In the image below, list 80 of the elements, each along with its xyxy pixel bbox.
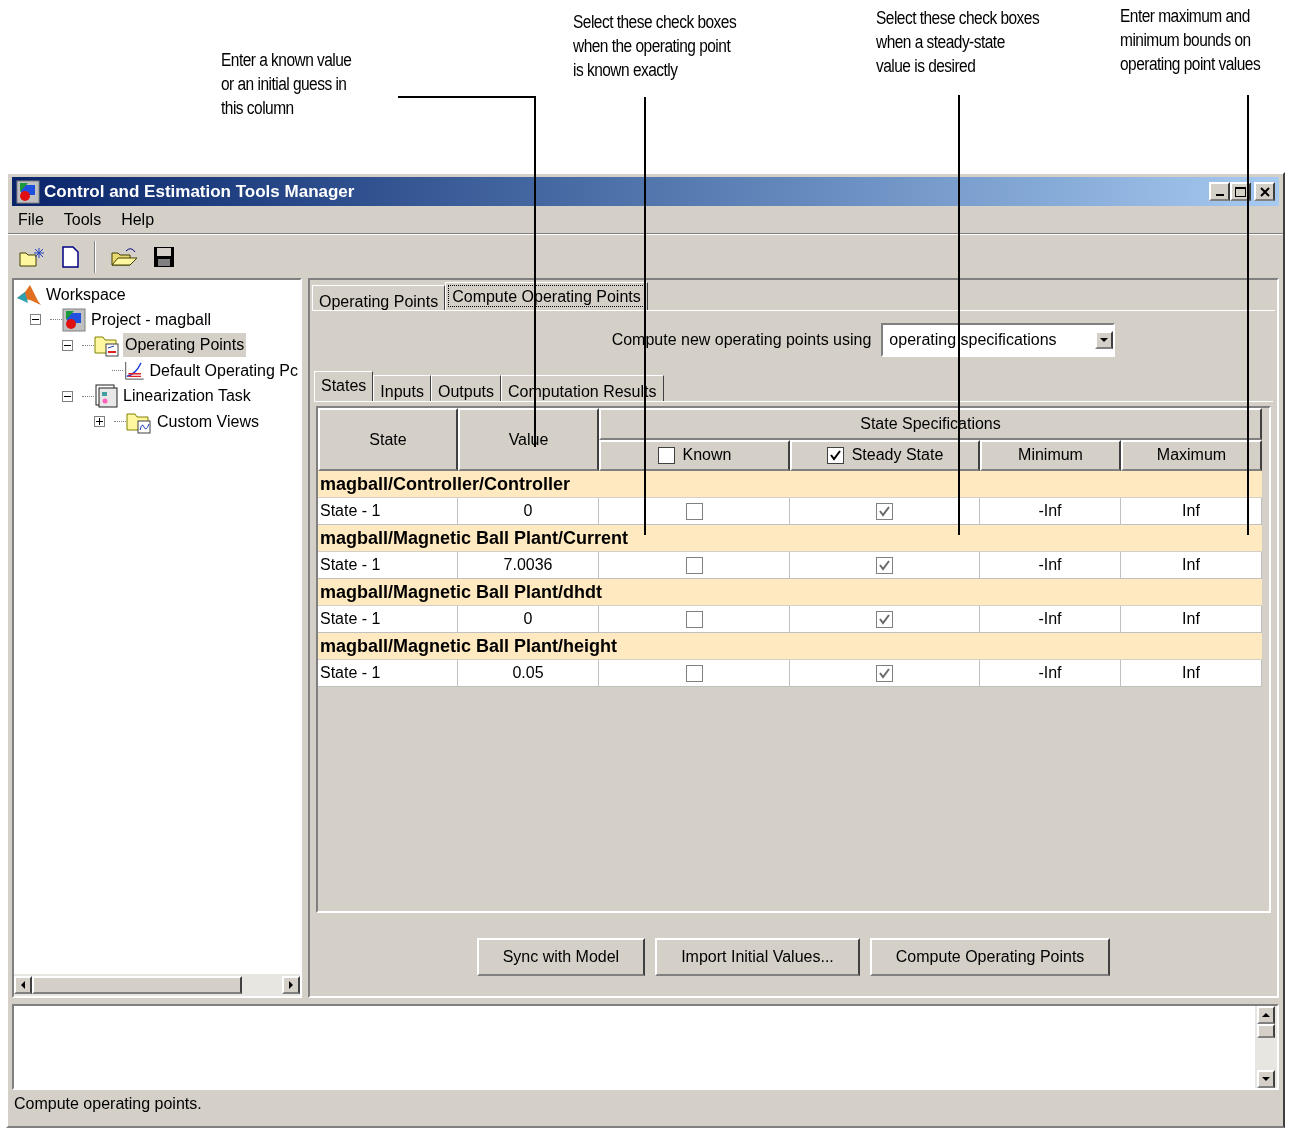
expand-toggle[interactable] [94,416,105,428]
tab[interactable]: States [314,371,374,401]
tab[interactable]: Inputs [373,375,431,401]
minimize-button[interactable] [1209,182,1230,201]
value-cell[interactable]: 0.05 [458,660,599,687]
task-icon [94,384,118,409]
checkbox[interactable] [685,502,703,520]
tab[interactable]: Outputs [430,375,501,401]
scroll-down-button[interactable] [1257,1070,1275,1088]
collapse-toggle[interactable] [62,390,73,402]
column-label: Minimum [1018,445,1083,466]
close-icon [1259,186,1270,197]
tree-item[interactable]: Custom Views [155,409,261,434]
tree-item[interactable]: Project - magball [89,307,214,332]
scrollbar-thumb[interactable] [32,976,242,994]
status-text: Compute operating points. [14,1094,202,1114]
callout-text: Enter maximum and minimum bounds on operating point values [1120,5,1261,76]
action-button[interactable]: Sync with Model [476,937,646,976]
column-label: Known [682,445,732,466]
scroll-right-button[interactable] [282,976,300,994]
block-path: magball/Magnetic Ball Plant/dhdt [320,580,603,604]
tree-item[interactable]: Workspace [46,282,126,307]
table-cell: State - 1 [318,498,458,525]
value-cell[interactable]: 7.0036 [458,552,599,579]
table-cell[interactable]: -Inf [980,498,1121,525]
checkbox[interactable] [876,502,893,520]
scroll-left-button[interactable] [14,976,32,994]
collapse-toggle[interactable] [62,339,73,351]
table-cell: State - 1 [318,606,458,633]
action-button[interactable]: Import Initial Values... [655,937,860,976]
scroll-up-button[interactable] [1257,1006,1275,1024]
table-cell[interactable]: -Inf [980,552,1121,579]
checkbox[interactable] [685,610,703,628]
tree-item[interactable]: Operating Points [123,333,247,358]
checkbox[interactable] [876,610,893,628]
callout-text: Select these check boxes when a steady-state value is desired [876,7,1040,78]
tree-item[interactable]: Linearization Task [121,384,253,409]
callout-text: Enter a known value or an initial guess in this column [221,49,352,120]
checkbox[interactable] [685,664,703,682]
column-label: Maximum [1156,445,1227,466]
tree-item[interactable]: Default Operating Pc [147,358,300,383]
menu-item[interactable]: Help [119,207,157,232]
checkbox[interactable] [876,556,893,574]
table-cell[interactable]: Inf [1121,606,1262,633]
table-cell[interactable]: Inf [1121,498,1262,525]
method-dropdown[interactable]: operating specifications [881,323,1116,357]
collapse-toggle[interactable] [30,314,41,326]
plus-icon [95,417,104,427]
tab[interactable]: Operating Points [312,285,446,310]
project-icon [16,179,40,204]
folder-icon [94,333,120,358]
table-cell[interactable]: Inf [1121,552,1262,579]
block-path: magball/Magnetic Ball Plant/height [320,634,618,658]
checkbox[interactable] [876,664,893,682]
checkbox[interactable] [826,446,844,464]
table-cell[interactable]: -Inf [980,606,1121,633]
vertical-scrollbar[interactable] [1255,1006,1277,1088]
block-path: magball/Controller/Controller [320,472,571,496]
action-button[interactable]: Compute Operating Points [869,937,1111,976]
block-path: magball/Magnetic Ball Plant/Current [320,526,629,550]
scrollbar-thumb[interactable] [1257,1024,1275,1038]
horizontal-scrollbar[interactable] [14,974,300,996]
value-cell[interactable]: 0 [458,606,599,633]
column-label: Steady State [851,445,944,466]
menu-item[interactable]: Tools [61,207,104,232]
window-title: Control and Estimation Tools Manager [44,180,355,203]
maximize-button[interactable] [1230,182,1251,201]
callout-text: Select these check boxes when the operating point is known exactly [573,11,737,82]
table-cell: State - 1 [318,660,458,687]
menu-item[interactable]: File [16,207,46,232]
table-cell: State - 1 [318,552,458,579]
checkbox[interactable] [685,556,703,574]
table-cell[interactable]: Inf [1121,660,1262,687]
table-cell[interactable]: -Inf [980,660,1121,687]
value-cell[interactable]: 0 [458,498,599,525]
new-file-icon[interactable] [60,244,80,269]
close-button[interactable] [1254,182,1275,201]
save-icon[interactable] [152,244,176,269]
column-header: State [318,408,458,471]
checkbox[interactable] [657,446,675,464]
